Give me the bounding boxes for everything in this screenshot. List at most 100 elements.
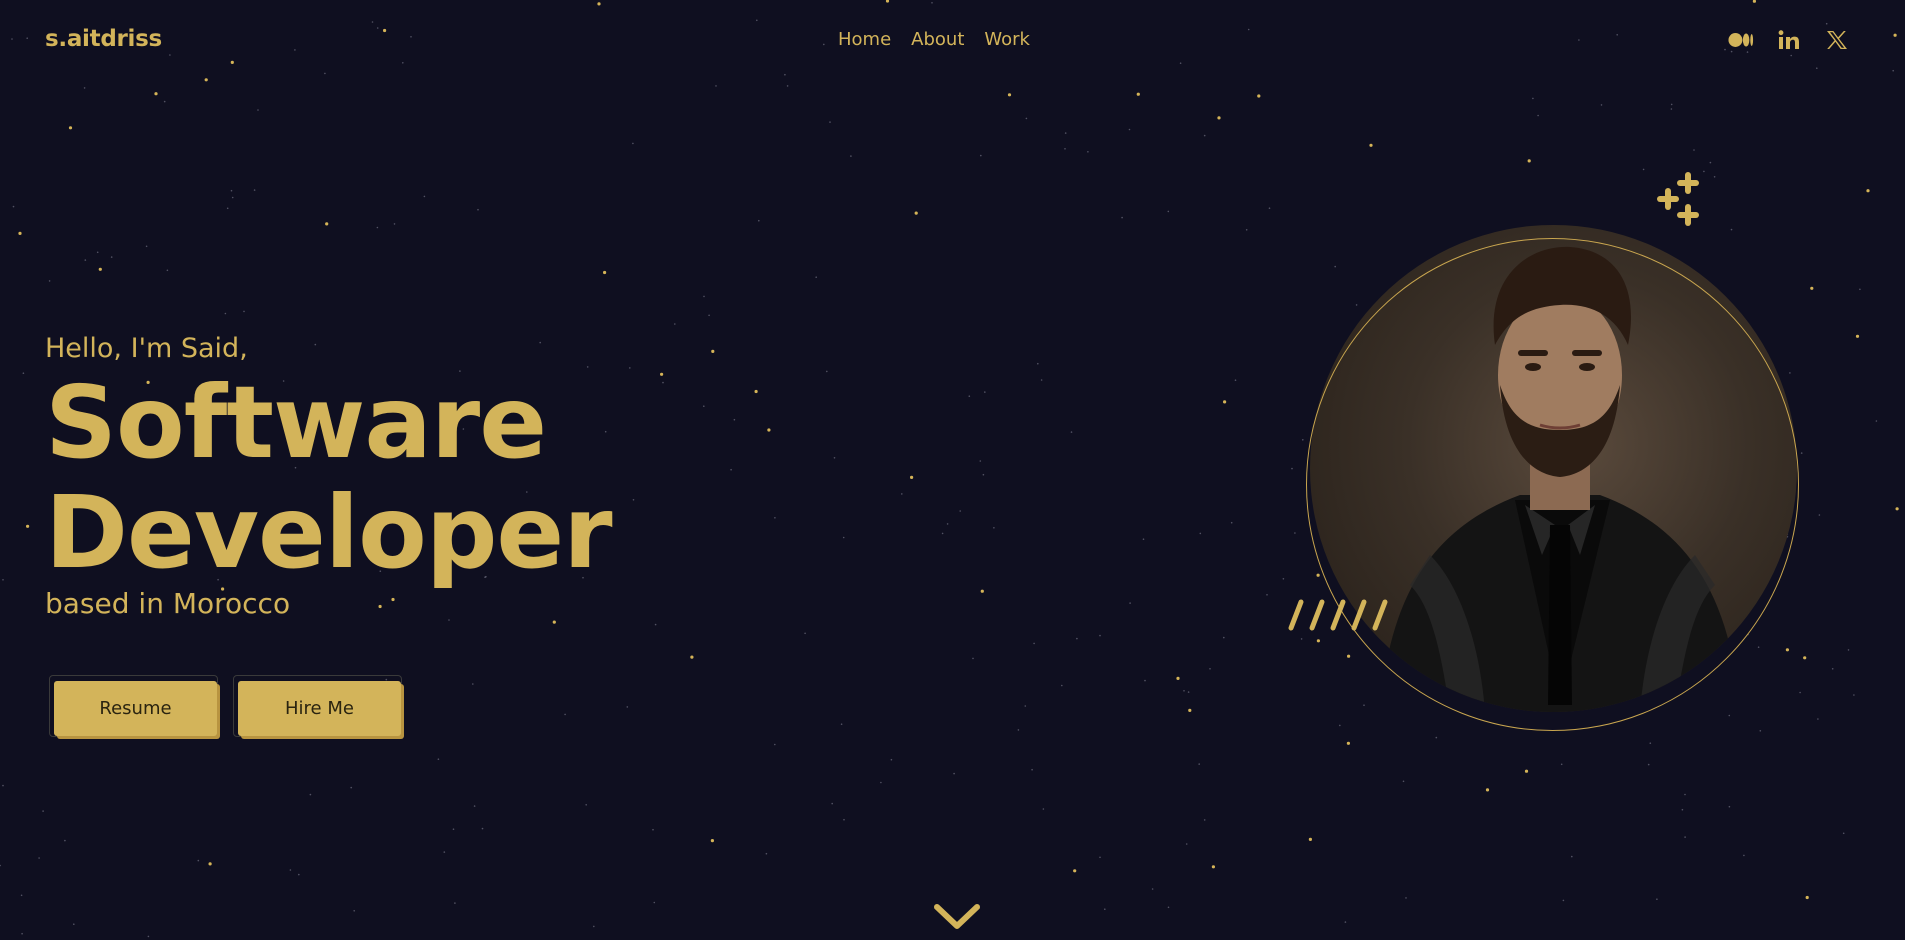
star-dot [1042, 808, 1045, 810]
star-dot [1268, 207, 1271, 209]
star-dot [885, 0, 890, 3]
social-links [1728, 28, 1850, 52]
star-dot [597, 2, 601, 6]
star-dot [653, 901, 656, 904]
star-dot [1099, 634, 1101, 637]
star-dot [1810, 286, 1814, 290]
star-dot [423, 195, 426, 198]
star-dot [703, 295, 705, 298]
chevron-down-icon[interactable] [933, 902, 981, 932]
star-dot [1031, 768, 1033, 771]
star-dot [1199, 532, 1202, 535]
star-dot [437, 758, 440, 760]
star-dot [208, 862, 212, 866]
star-dot [1656, 898, 1658, 900]
star-dot [376, 27, 379, 29]
star-dot [1805, 895, 1809, 900]
hire-me-button[interactable]: Hire Me [238, 681, 401, 736]
star-dot [690, 655, 694, 659]
resume-button[interactable]: Resume [54, 681, 217, 736]
star-dot [1855, 334, 1860, 338]
star-dot [1893, 33, 1897, 37]
star-dot [1532, 97, 1534, 100]
star-dot [1895, 507, 1899, 511]
star-dot [1616, 34, 1618, 36]
nav-about[interactable]: About [911, 29, 964, 50]
star-dot [376, 226, 379, 229]
star-dot [786, 85, 789, 87]
star-dot [1847, 649, 1850, 651]
star-dot [1527, 159, 1531, 163]
star-dot [472, 683, 474, 685]
star-dot [1405, 897, 1407, 899]
star-dot [20, 894, 23, 897]
star-dot [890, 758, 893, 761]
star-dot [831, 802, 833, 805]
star-dot [145, 245, 148, 248]
star-dot [982, 473, 985, 476]
star-dot [733, 418, 736, 421]
star-dot [1730, 228, 1733, 231]
hero-greeting: Hello, I'm Said, [45, 333, 248, 364]
star-dot [1064, 132, 1067, 134]
star-dot [1099, 856, 1101, 859]
star-dot [1789, 372, 1791, 374]
x-icon[interactable] [1824, 28, 1850, 52]
star-dot [1670, 103, 1673, 106]
nav-home[interactable]: Home [838, 29, 891, 50]
star-dot [1578, 39, 1580, 41]
star-dot [1076, 637, 1078, 640]
star-dot [815, 276, 817, 279]
star-dot [715, 85, 717, 87]
star-dot [371, 21, 374, 23]
star-dot [804, 632, 806, 635]
star-dot [710, 839, 715, 843]
star-dot [110, 256, 113, 258]
star-dot [230, 189, 233, 192]
star-dot [1104, 908, 1106, 910]
star-dot [1234, 379, 1237, 382]
star-dot [481, 827, 484, 830]
nav-work[interactable]: Work [984, 29, 1030, 50]
star-dot [1073, 869, 1077, 873]
star-dot [1203, 819, 1206, 821]
star-dot [1223, 400, 1227, 404]
star-dot [1247, 28, 1250, 31]
hero-title-line1: Software [45, 364, 547, 481]
star-dot [1294, 532, 1296, 534]
star-dot [83, 87, 86, 89]
star-dot [1743, 854, 1745, 857]
star-dot [393, 223, 396, 225]
star-dot [1302, 439, 1304, 441]
star-dot [1087, 151, 1089, 153]
star-dot [1785, 648, 1789, 652]
star-dot [477, 208, 479, 211]
star-dot [1185, 843, 1188, 845]
brand-logo[interactable]: s.aitdriss [45, 26, 162, 52]
star-dot [1308, 837, 1312, 842]
linkedin-icon[interactable] [1776, 28, 1802, 52]
star-dot [353, 910, 356, 912]
star-dot [163, 100, 166, 103]
star-dot [1347, 654, 1351, 658]
star-dot [1151, 888, 1154, 890]
star-dot [660, 372, 664, 376]
star-dot [829, 121, 831, 123]
star-dot [22, 372, 25, 375]
star-dot [1757, 646, 1760, 648]
star-dot [1684, 836, 1686, 838]
star-dot [1571, 855, 1573, 858]
resume-button-wrap: Resume [49, 675, 219, 737]
hero-buttons: Resume Hire Me [49, 675, 403, 737]
star-dot [1344, 921, 1347, 923]
star-dot [309, 793, 312, 796]
star-dot [11, 38, 13, 40]
star-dot [629, 367, 631, 369]
medium-icon[interactable] [1728, 28, 1754, 52]
star-dot [1183, 690, 1185, 692]
star-dot [1562, 899, 1565, 902]
star-dot [454, 902, 456, 904]
star-dot [774, 743, 776, 746]
star-dot [1188, 708, 1192, 713]
star-dot [1316, 639, 1320, 643]
